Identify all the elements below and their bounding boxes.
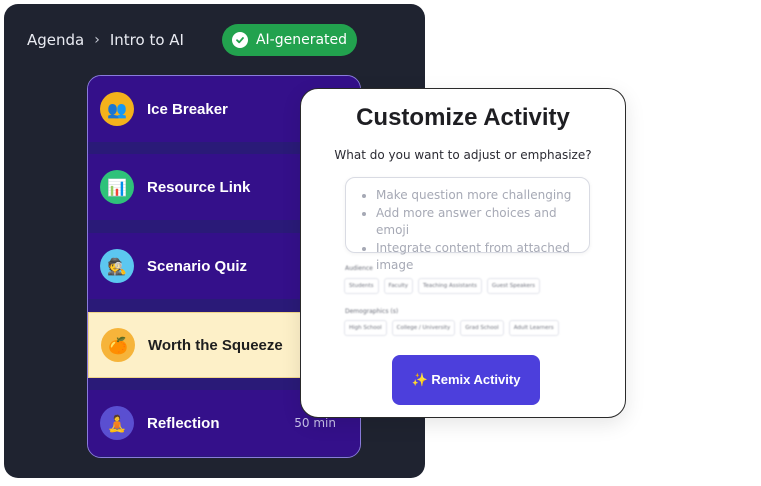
audience-label: Audience: [345, 265, 373, 272]
chart-icon: 📊: [100, 170, 134, 204]
demographics-chip[interactable]: Adult Learners: [508, 320, 559, 336]
breadcrumb-separator: ›: [94, 32, 100, 48]
activity-duration: 50 min: [294, 416, 336, 430]
audience-chip[interactable]: Students: [344, 278, 379, 294]
suggestion-item: Make question more challenging: [376, 187, 589, 205]
audience-chip[interactable]: Faculty: [383, 278, 414, 294]
activity-label: Scenario Quiz: [147, 257, 248, 275]
audience-chip[interactable]: Teaching Assistants: [418, 278, 482, 294]
modal-question: What do you want to adjust or emphasize?: [334, 148, 592, 162]
demographics-chip[interactable]: College / University: [391, 320, 456, 336]
activity-label: Resource Link: [147, 178, 251, 196]
meditation-icon: 🧘: [100, 406, 134, 440]
ai-generated-badge: AI-generated: [222, 24, 357, 56]
breadcrumb: Agenda › Intro to AI: [27, 30, 184, 50]
remix-activity-button[interactable]: ✨ Remix Activity: [392, 355, 540, 405]
breadcrumb-current: Intro to AI: [109, 31, 184, 49]
demographics-chips: High School College / University Grad Sc…: [344, 320, 559, 336]
demographics-label: Demographics (s): [345, 308, 399, 315]
audience-chips: Students Faculty Teaching Assistants Gue…: [344, 278, 541, 294]
demographics-chip[interactable]: High School: [344, 320, 387, 336]
ai-generated-label: AI-generated: [255, 32, 348, 48]
audience-chip[interactable]: Guest Speakers: [486, 278, 541, 294]
modal-title: Customize Activity: [356, 104, 570, 131]
people-icon: 👥: [100, 92, 134, 126]
breadcrumb-agenda[interactable]: Agenda: [27, 31, 84, 49]
adjustment-input[interactable]: Make question more challenging Add more …: [345, 177, 590, 272]
activity-label: Worth the Squeeze: [148, 336, 283, 354]
suggestion-item: Integrate content from attached image: [376, 240, 589, 275]
detective-icon: 🕵: [100, 249, 134, 283]
orange-icon: 🍊: [101, 328, 135, 362]
customize-activity-modal: Customize Activity What do you want to a…: [300, 88, 626, 418]
activity-label: Reflection: [147, 414, 220, 432]
activity-label: Ice Breaker: [147, 100, 228, 118]
check-circle-icon: [231, 32, 248, 48]
suggestion-item: Add more answer choices and emoji: [376, 205, 589, 240]
demographics-chip[interactable]: Grad School: [460, 320, 504, 336]
